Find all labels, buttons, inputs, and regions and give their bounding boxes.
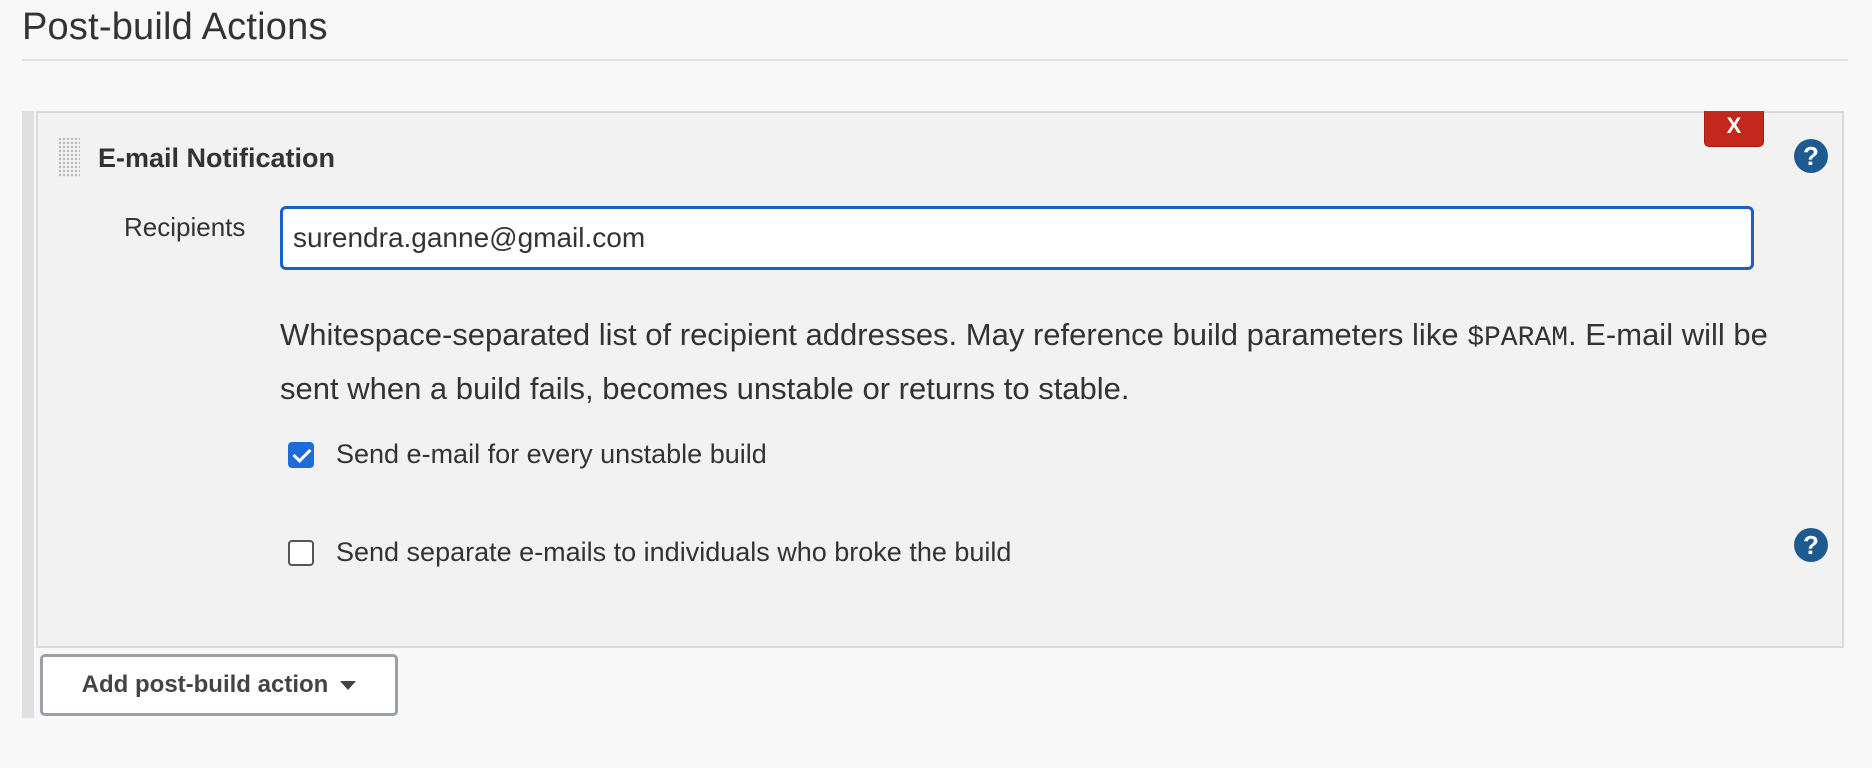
panel-title: E-mail Notification bbox=[98, 143, 336, 173]
recipients-input[interactable] bbox=[280, 206, 1754, 270]
help-text-part: Whitespace-separated list of recipient a… bbox=[280, 317, 1468, 352]
caret-down-icon bbox=[340, 680, 357, 690]
section-side-bar bbox=[22, 111, 34, 718]
help-icon[interactable]: ? bbox=[1794, 528, 1828, 562]
separate-emails-checkbox[interactable] bbox=[288, 539, 314, 566]
add-post-build-action-button[interactable]: Add post-build action bbox=[40, 654, 398, 716]
delete-step-button[interactable]: X bbox=[1704, 111, 1764, 147]
separate-emails-label[interactable]: Send separate e-mails to individuals who… bbox=[336, 537, 1011, 568]
recipients-help-text: Whitespace-separated list of recipient a… bbox=[280, 310, 1770, 414]
recipients-label: Recipients bbox=[124, 212, 246, 242]
unstable-build-checkbox[interactable] bbox=[288, 441, 314, 468]
option-separate-emails: Send separate e-mails to individuals who… bbox=[288, 537, 1011, 568]
add-post-build-action-label: Add post-build action bbox=[81, 671, 329, 698]
option-unstable-build: Send e-mail for every unstable build bbox=[288, 439, 767, 470]
unstable-build-label[interactable]: Send e-mail for every unstable build bbox=[336, 439, 767, 470]
page: Post-build Actions E-mail Notification X… bbox=[0, 0, 1872, 768]
drag-handle-icon[interactable] bbox=[58, 137, 80, 177]
param-code: $PARAM bbox=[1467, 323, 1569, 354]
section-title: Post-build Actions bbox=[22, 6, 328, 48]
section-divider bbox=[22, 59, 1848, 61]
help-icon[interactable]: ? bbox=[1794, 139, 1828, 173]
